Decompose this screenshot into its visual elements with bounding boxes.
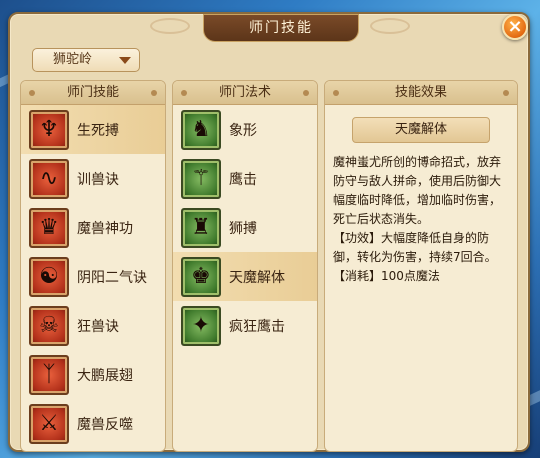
school-skills-list: ♆ 生死搏 ∿ 训兽诀 ♛ 魔兽神功 ☯ 阴阳二气诀 ☠ 狂兽诀 ᛉ 大鹏展翅 ⚔ 魔兽反噬 (21, 105, 165, 448)
bloody-claw-icon: ♆ (29, 109, 69, 150)
title-ornament-right (370, 18, 410, 34)
lion-strike-icon: ♜ (181, 207, 221, 248)
school-spells-header: 师门法术 (173, 81, 317, 105)
skill-cost: 【消耗】100点魔法 (333, 269, 440, 283)
skill-item[interactable]: ☠ 狂兽诀 (21, 301, 165, 350)
skill-item-label: 狂兽诀 (77, 318, 119, 335)
spell-item[interactable]: ♚ 天魔解体 (173, 252, 317, 301)
header-dot (303, 90, 309, 96)
close-button[interactable]: × (502, 14, 528, 40)
school-skills-header: 师门技能 (21, 81, 165, 105)
skills-window: 师门技能 狮驼岭 师门技能 ♆ 生死搏 ∿ 训兽诀 ♛ 魔兽神功 ☯ 阴阳二气诀 ☠ 狂兽诀 ᛉ 大鹏… (8, 12, 530, 452)
skill-item[interactable]: ᛉ 大鹏展翅 (21, 350, 165, 399)
school-dropdown[interactable]: 狮驼岭 (32, 48, 140, 72)
spell-item-label: 鹰击 (229, 171, 257, 188)
skill-item[interactable]: ⚔ 魔兽反噬 (21, 399, 165, 448)
header-dot (333, 90, 339, 96)
spell-item[interactable]: ♜ 狮搏 (173, 203, 317, 252)
spell-item[interactable]: ♞ 象形 (173, 105, 317, 154)
spell-item[interactable]: ✦ 疯狂鹰击 (173, 301, 317, 350)
spell-item-label: 疯狂鹰击 (229, 318, 285, 335)
header-dot (181, 90, 187, 96)
spell-item-label: 象形 (229, 122, 257, 139)
skill-effect-header: 技能效果 (325, 81, 517, 105)
skill-item[interactable]: ☯ 阴阳二气诀 (21, 252, 165, 301)
skill-effect: 【功效】大幅度降低自身的防御，转化为伤害，持续7回合。 (333, 231, 497, 264)
spell-item-label: 狮搏 (229, 220, 257, 237)
school-spells-list: ♞ 象形 ⚚ 鹰击 ♜ 狮搏 ♚ 天魔解体 ✦ 疯狂鹰击 (173, 105, 317, 350)
beast-skull-icon: ☠ (29, 305, 69, 346)
frenzy-eagle-icon: ✦ (181, 305, 221, 346)
skill-item-label: 大鹏展翅 (77, 367, 133, 384)
school-dropdown-value: 狮驼岭 (53, 52, 93, 67)
school-skills-header-label: 师门技能 (66, 85, 119, 100)
whip-icon: ∿ (29, 158, 69, 199)
skill-item[interactable]: ∿ 训兽诀 (21, 154, 165, 203)
demon-release-icon: ♚ (181, 256, 221, 297)
school-spells-header-label: 师门法术 (218, 85, 271, 100)
header-dot (151, 90, 157, 96)
yin-yang-mask-icon: ☯ (29, 256, 69, 297)
skill-item-label: 魔兽反噬 (77, 416, 133, 433)
demon-bite-icon: ⚔ (29, 403, 69, 444)
title-ornament-left (150, 18, 190, 34)
header-dot (503, 90, 509, 96)
skill-item-label: 阴阳二气诀 (77, 269, 147, 286)
header-dot (29, 90, 35, 96)
spell-item-label: 天魔解体 (229, 269, 285, 286)
skill-effect-panel: 技能效果 天魔解体 魔神蚩尤所创的博命招式，放弃防守与敌人拼命，使用后防御大幅度… (324, 80, 518, 452)
skill-item[interactable]: ♛ 魔兽神功 (21, 203, 165, 252)
skill-item-label: 魔兽神功 (77, 220, 133, 237)
spell-item[interactable]: ⚚ 鹰击 (173, 154, 317, 203)
eagle-strike-icon: ⚚ (181, 158, 221, 199)
skill-item-label: 训兽诀 (77, 171, 119, 188)
skill-effect-text: 魔神蚩尤所创的博命招式，放弃防守与敌人拼命，使用后防御大幅度临时降低，增加临时伤… (333, 153, 509, 286)
demon-crown-icon: ♛ (29, 207, 69, 248)
window-title: 师门技能 (203, 14, 359, 42)
selected-skill-name: 天魔解体 (352, 117, 490, 143)
skill-item-label: 生死搏 (77, 122, 119, 139)
skill-item[interactable]: ♆ 生死搏 (21, 105, 165, 154)
chevron-down-icon (119, 57, 131, 64)
roc-wings-icon: ᛉ (29, 354, 69, 395)
school-skills-panel: 师门技能 ♆ 生死搏 ∿ 训兽诀 ♛ 魔兽神功 ☯ 阴阳二气诀 ☠ 狂兽诀 ᛉ 大鹏展翅 ⚔ 魔兽反噬 (20, 80, 166, 452)
school-spells-panel: 师门法术 ♞ 象形 ⚚ 鹰击 ♜ 狮搏 ♚ 天魔解体 ✦ 疯狂鹰击 (172, 80, 318, 452)
skill-effect-header-label: 技能效果 (394, 85, 447, 100)
skill-description: 魔神蚩尤所创的博命招式，放弃防守与敌人拼命，使用后防御大幅度临时降低，增加临时伤… (333, 155, 502, 226)
elephant-icon: ♞ (181, 109, 221, 150)
